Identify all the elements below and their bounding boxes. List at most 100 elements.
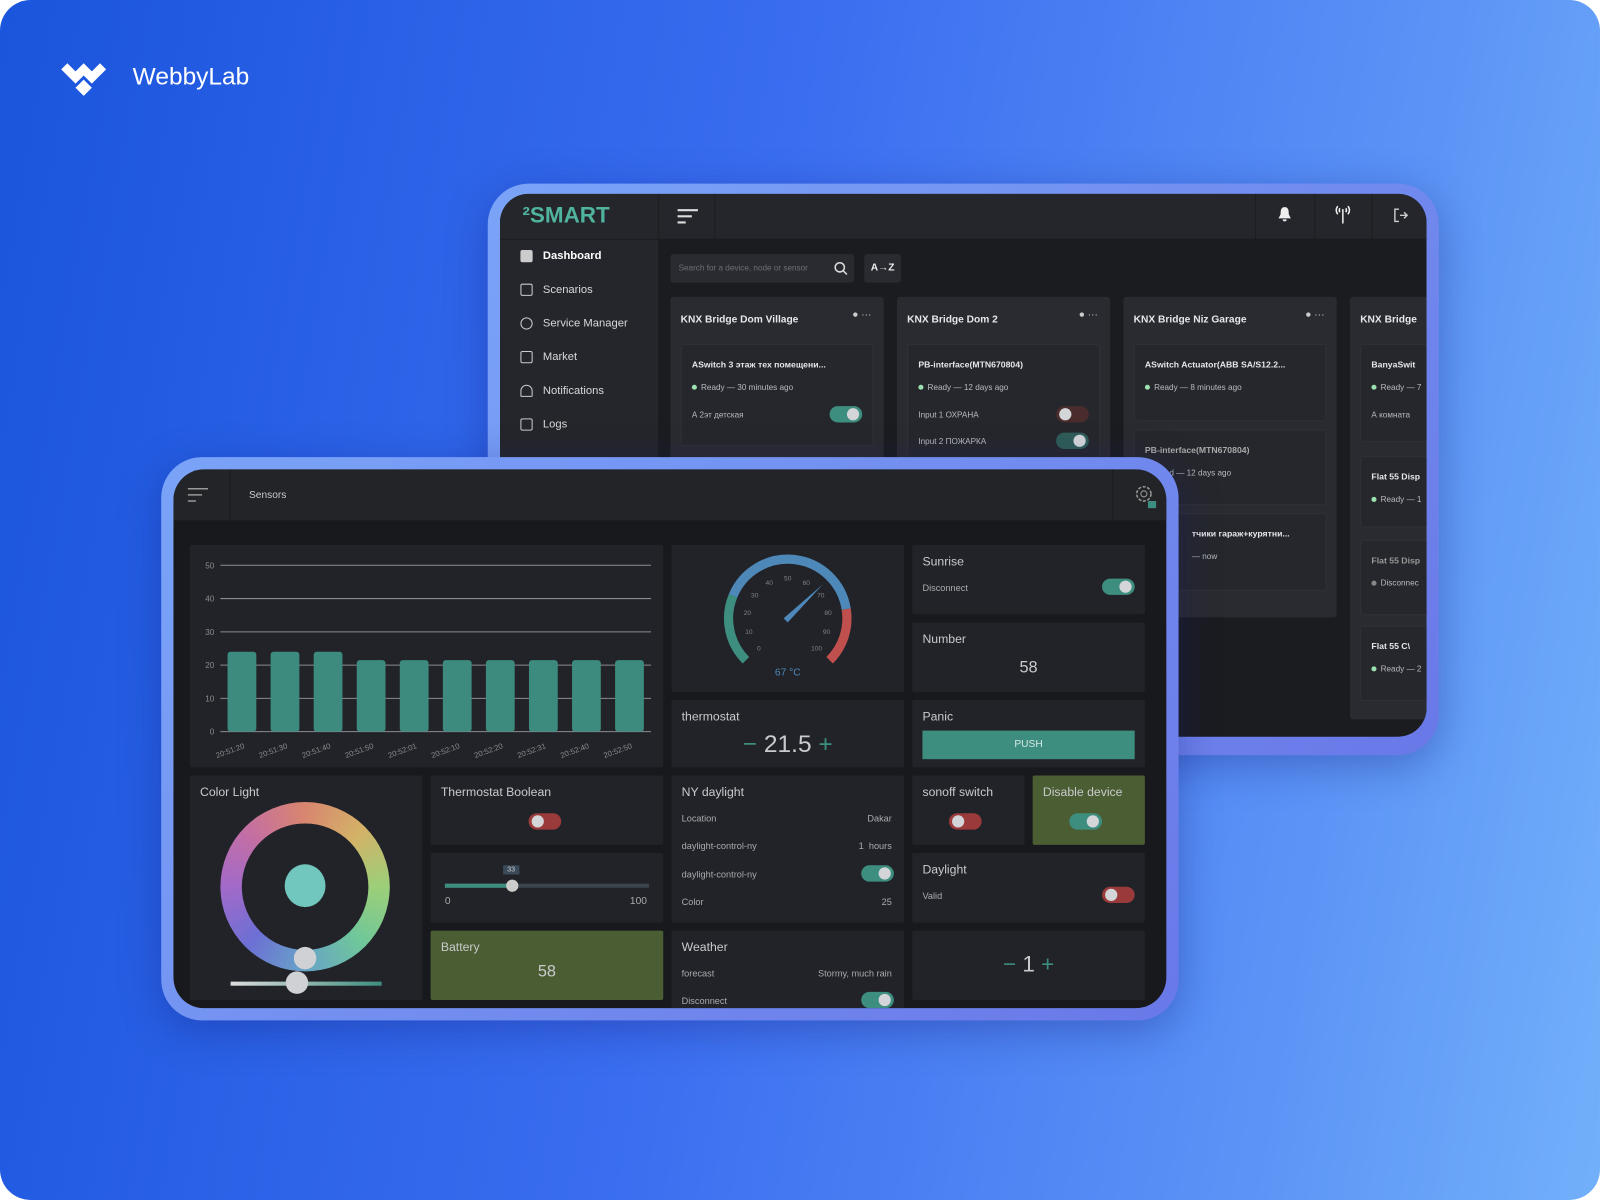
thermostat-boolean-toggle[interactable] <box>528 813 562 830</box>
tile-title: Number <box>922 631 966 646</box>
device-status: — now <box>1191 552 1218 562</box>
notifications-button[interactable] <box>1255 193 1314 240</box>
device-status: Disconnec <box>1371 579 1419 588</box>
x-tick-label: 20:51:40 <box>301 741 332 760</box>
device-item[interactable]: Flat 55 Disp Disconnec <box>1360 539 1427 616</box>
gauge-tick-label: 70 <box>817 592 825 599</box>
weather-toggle[interactable] <box>861 991 894 1009</box>
color-preview <box>284 864 326 908</box>
daylight-tile: Daylight Valid <box>912 853 1145 923</box>
device-item[interactable]: Flat 55 C\ Ready — 2 <box>1360 625 1427 702</box>
settings-button[interactable] <box>1112 469 1166 521</box>
menu-button[interactable] <box>658 193 716 240</box>
daylight-toggle[interactable] <box>1102 886 1135 904</box>
disable-device-toggle[interactable] <box>1069 813 1103 830</box>
slider-tooltip: 33 <box>503 865 520 875</box>
tile-title: thermostat <box>681 709 740 724</box>
tile-title: Disable device <box>1042 784 1123 799</box>
battery-value: 58 <box>537 963 557 981</box>
more-icon[interactable]: ● ··· <box>852 309 871 320</box>
search-input[interactable]: Search for a device, node or sensor <box>670 254 855 283</box>
tile-title: Panic <box>922 709 954 724</box>
x-tick-label: 20:52:40 <box>559 741 590 760</box>
row-value[interactable]: 25 <box>882 897 892 907</box>
y-tick-label: 30 <box>205 628 215 637</box>
sunrise-toggle[interactable] <box>1102 578 1135 595</box>
device-card[interactable]: KNX Bridge BanyaSwit Ready — 7 А комната… <box>1349 296 1427 720</box>
more-icon[interactable]: ● ··· <box>1079 309 1098 320</box>
color-wheel-handle[interactable] <box>293 946 317 970</box>
sort-button[interactable]: A→Z <box>864 254 902 283</box>
tile-title: NY daylight <box>681 784 745 799</box>
sidebar-item-scenarios[interactable]: Scenarios <box>520 283 593 296</box>
row-label: Color <box>681 896 704 908</box>
sidebar-item-service-manager[interactable]: Service Manager <box>520 317 628 330</box>
tile-title: Daylight <box>922 862 967 877</box>
daylight-control-toggle[interactable] <box>861 865 894 882</box>
increase-button[interactable]: + <box>1041 951 1054 977</box>
value-slider[interactable] <box>444 883 649 888</box>
row-label: Input 2 ПОЖАРКА <box>918 436 987 446</box>
device-status: Ready — 12 days ago <box>918 383 1008 392</box>
color-wheel[interactable] <box>220 802 390 972</box>
device-item[interactable]: ASwitch Actuator(ABB SA/S12.2... Ready —… <box>1133 343 1327 422</box>
cart-icon <box>520 351 533 364</box>
x-tick-label: 20:51:50 <box>344 741 375 760</box>
brightness-handle[interactable] <box>285 971 309 994</box>
device-item[interactable]: Flat 55 Disp Ready — 1 <box>1360 456 1427 528</box>
sidebar-item-logs[interactable]: Logs <box>520 418 567 431</box>
webbylab-logo: WebbyLab <box>59 59 249 96</box>
counter-value: 1 <box>1022 951 1035 977</box>
antenna-icon <box>1335 205 1351 224</box>
gauge-tick-label: 30 <box>751 592 759 599</box>
gauge-tick-label: 0 <box>757 645 761 652</box>
sonoff-toggle[interactable] <box>948 813 982 830</box>
dashboard-icon <box>520 249 533 263</box>
bell-icon <box>1278 207 1291 222</box>
gauge-high-band <box>826 608 852 664</box>
decrease-button[interactable]: − <box>1003 951 1016 977</box>
sidebar-item-market[interactable]: Market <box>520 351 577 364</box>
bar <box>442 660 472 732</box>
logout-button[interactable] <box>1371 193 1426 240</box>
row-label: daylight-control-ny <box>681 869 757 880</box>
device-name: PB-interface(MTN670804) <box>1144 444 1250 456</box>
gauge-tick-label: 50 <box>784 576 792 583</box>
menu-button[interactable] <box>173 469 231 521</box>
push-button[interactable]: PUSH <box>922 730 1135 760</box>
smart-logo: ²SMART <box>522 202 610 228</box>
decrease-button[interactable]: − <box>743 731 757 759</box>
card-title: KNX Bridge Dom Village <box>680 314 799 326</box>
webbylab-logo-icon <box>61 63 107 96</box>
bar <box>313 651 343 732</box>
row-value[interactable]: 1 hours <box>859 841 892 851</box>
sidebar-item-notifications[interactable]: Notifications <box>520 384 604 397</box>
row-label: А 2эт детская <box>691 410 744 420</box>
antenna-button[interactable] <box>1314 193 1371 240</box>
sidebar-item-dashboard[interactable]: Dashboard <box>520 249 601 263</box>
device-item[interactable]: BanyaSwit Ready — 7 А комната <box>1360 343 1427 442</box>
y-tick-label: 50 <box>205 561 215 570</box>
increase-button[interactable]: + <box>818 731 832 759</box>
gauge-tick-label: 100 <box>811 645 822 652</box>
device-item[interactable]: ASwitch 3 этаж тех помещени... Ready — 3… <box>680 343 874 446</box>
counter-tile: − 1 + <box>912 930 1145 1000</box>
device-status: Ready — 7 <box>1371 383 1421 392</box>
tile-title: Weather <box>681 939 728 955</box>
device-name: PB-interface(MTN670804) <box>918 359 1023 370</box>
toggle[interactable] <box>1056 432 1089 449</box>
toggle[interactable] <box>1056 406 1089 423</box>
row-value: Stormy, much rain <box>817 968 892 979</box>
row-label: Disconnect <box>681 995 728 1007</box>
toggle[interactable] <box>829 406 863 423</box>
bar <box>485 660 515 732</box>
page-title: Sensors <box>248 489 287 502</box>
slider-thumb[interactable] <box>506 879 519 892</box>
background: WebbyLab ²SMART Dashboard Scenarios Serv… <box>0 0 1600 1200</box>
row-label: Location <box>681 813 717 824</box>
device-name: ASwitch 3 этаж тех помещени... <box>691 359 826 370</box>
color-light-tile: Color Light <box>189 775 423 1000</box>
more-icon[interactable]: ● ··· <box>1305 309 1324 320</box>
bar <box>227 651 257 732</box>
ny-daylight-tile: NY daylight Location Dakar daylight-cont… <box>671 775 905 923</box>
